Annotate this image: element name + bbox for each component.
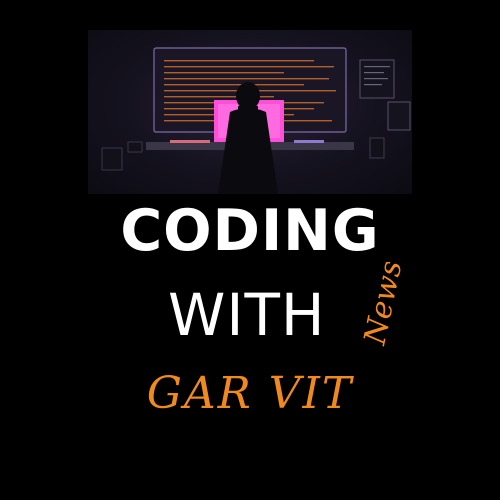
- logo-name-garvit: GAR VIT: [146, 368, 354, 419]
- logo-title-with: WITH: [168, 281, 326, 349]
- coder-scene-graphic: [101, 47, 411, 194]
- logo-title-coding: CODING: [120, 198, 380, 264]
- hero-illustration: [88, 30, 412, 194]
- news-script-tag: News: [362, 262, 410, 349]
- news-text: News: [362, 262, 410, 349]
